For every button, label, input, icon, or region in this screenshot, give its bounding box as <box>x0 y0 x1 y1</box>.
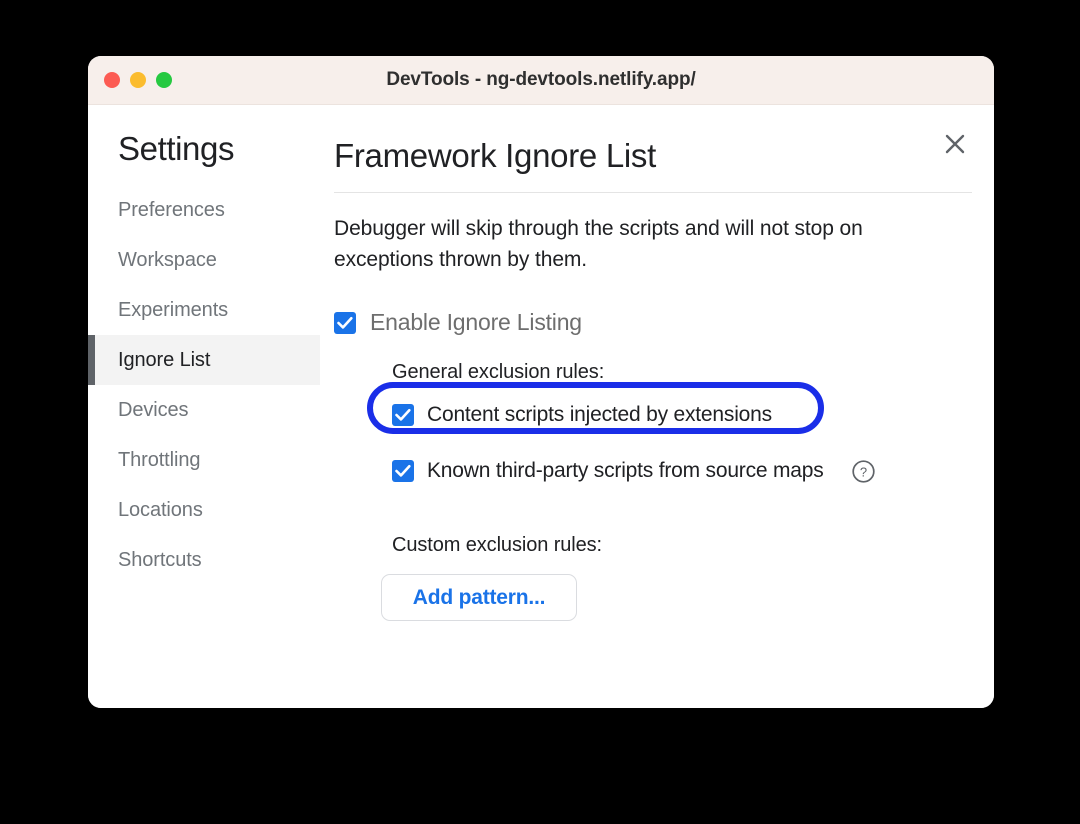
minimize-window-button[interactable] <box>130 72 146 88</box>
custom-exclusion-rules-label: Custom exclusion rules: <box>392 534 603 556</box>
sidebar-item-label: Shortcuts <box>118 548 202 571</box>
sidebar-item-throttling[interactable]: Throttling <box>88 435 320 485</box>
sidebar-item-workspace[interactable]: Workspace <box>88 235 320 285</box>
third-party-scripts-label: Known third-party scripts from source ma… <box>427 459 824 482</box>
close-settings-button[interactable] <box>938 127 972 161</box>
checkmark-icon <box>395 408 411 421</box>
zoom-window-button[interactable] <box>156 72 172 88</box>
sidebar-item-ignore-list[interactable]: Ignore List <box>88 335 320 385</box>
window-titlebar: DevTools - ng-devtools.netlify.app/ <box>88 56 994 105</box>
checkmark-icon <box>337 316 353 329</box>
title-divider <box>334 192 972 193</box>
screen: DevTools - ng-devtools.netlify.app/ Sett… <box>0 0 1080 824</box>
sidebar-item-label: Experiments <box>118 298 229 321</box>
enable-ignore-listing-row[interactable]: Enable Ignore Listing <box>334 309 972 336</box>
third-party-scripts-checkbox[interactable] <box>392 460 414 482</box>
sidebar-item-label: Preferences <box>118 198 225 221</box>
sidebar-item-preferences[interactable]: Preferences <box>88 185 320 235</box>
svg-text:?: ? <box>859 464 866 479</box>
window-body: Settings Preferences Workspace Experimen… <box>88 105 994 708</box>
general-exclusion-rules-label: General exclusion rules: <box>392 361 605 383</box>
close-icon <box>945 134 965 154</box>
settings-main-panel: Framework Ignore List Debugger will skip… <box>320 105 994 708</box>
rule-row-content-scripts[interactable]: Content scripts injected by extensions <box>367 382 972 434</box>
sidebar-item-devices[interactable]: Devices <box>88 385 320 435</box>
traffic-light-group <box>104 56 172 104</box>
sidebar-item-label: Locations <box>118 498 203 521</box>
settings-heading: Settings <box>118 130 235 167</box>
help-circle-icon[interactable]: ? <box>851 459 876 484</box>
rule-row-third-party-scripts[interactable]: Known third-party scripts from source ma… <box>392 452 972 490</box>
settings-sidebar: Settings Preferences Workspace Experimen… <box>88 105 320 708</box>
sidebar-item-label: Devices <box>118 398 189 421</box>
sidebar-item-shortcuts[interactable]: Shortcuts <box>88 535 320 585</box>
enable-ignore-listing-checkbox[interactable] <box>334 311 356 334</box>
sidebar-item-label: Ignore List <box>118 348 211 371</box>
add-pattern-button[interactable]: Add pattern... <box>381 574 577 621</box>
window-title: DevTools - ng-devtools.netlify.app/ <box>386 69 696 90</box>
enable-ignore-listing-label: Enable Ignore Listing <box>370 309 582 335</box>
devtools-window: DevTools - ng-devtools.netlify.app/ Sett… <box>88 56 994 708</box>
sidebar-item-label: Throttling <box>118 448 201 471</box>
page-title: Framework Ignore List <box>334 137 656 174</box>
sidebar-item-experiments[interactable]: Experiments <box>88 285 320 335</box>
sidebar-item-locations[interactable]: Locations <box>88 485 320 535</box>
content-scripts-checkbox[interactable] <box>392 404 414 426</box>
sidebar-item-label: Workspace <box>118 248 217 271</box>
page-description: Debugger will skip through the scripts a… <box>334 217 863 271</box>
checkmark-icon <box>395 464 411 477</box>
close-window-button[interactable] <box>104 72 120 88</box>
content-scripts-label: Content scripts injected by extensions <box>427 403 772 426</box>
